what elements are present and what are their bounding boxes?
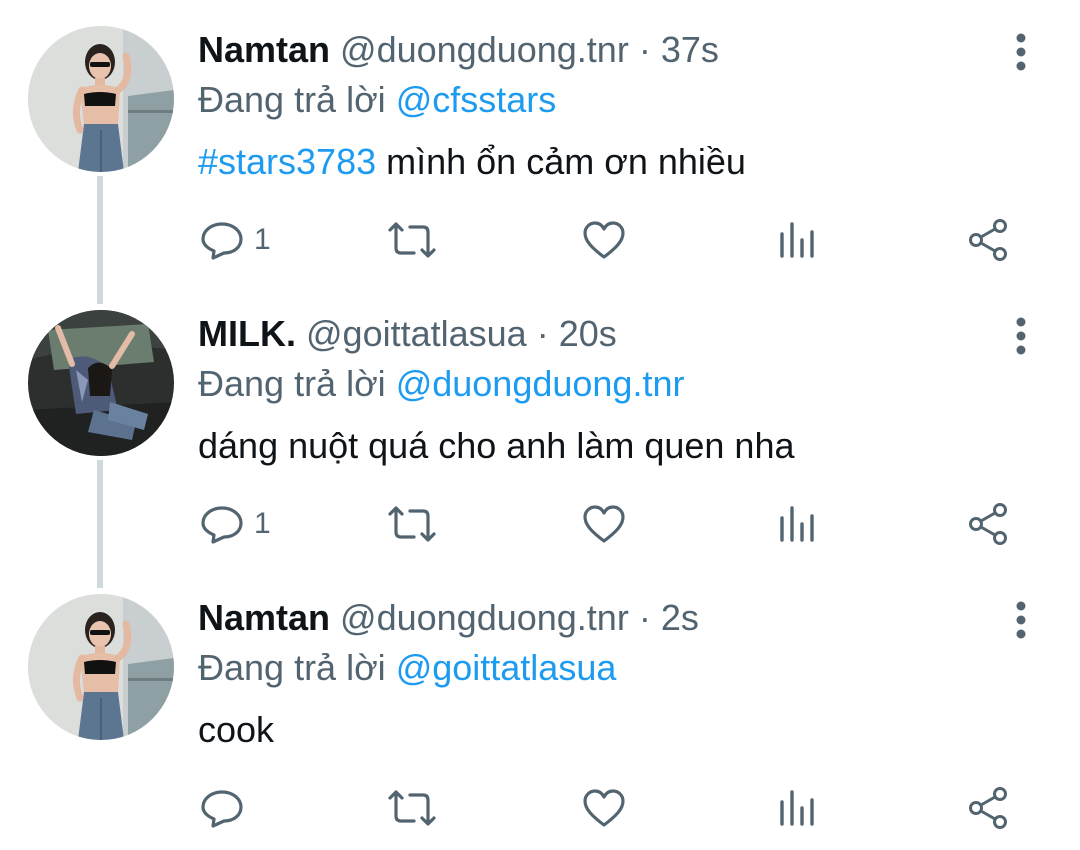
reply-mention-link[interactable]: @cfsstars xyxy=(396,79,557,120)
more-vertical-icon xyxy=(1016,317,1026,355)
like-icon xyxy=(583,221,625,259)
share-button[interactable] xyxy=(966,496,1010,552)
retweet-icon xyxy=(388,790,436,826)
like-button[interactable] xyxy=(582,212,626,268)
views-icon xyxy=(780,790,814,826)
tweet-actions: 1 xyxy=(0,212,1080,268)
tweet-header: MILK. @goittatlasua · 20s xyxy=(198,312,617,356)
retweet-button[interactable] xyxy=(386,496,438,552)
reply-count: 1 xyxy=(254,507,271,540)
display-name[interactable]: MILK. xyxy=(198,313,296,354)
replying-to: Đang trả lời @duongduong.tnr xyxy=(198,362,684,406)
share-icon xyxy=(969,219,1007,261)
tweet-header: Namtan @duongduong.tnr · 37s xyxy=(198,28,719,72)
more-vertical-icon xyxy=(1016,601,1026,639)
reply-prefix: Đang trả lời xyxy=(198,79,396,120)
tweet-text-content: dáng nuột quá cho anh làm quen nha xyxy=(198,425,795,466)
more-options-button[interactable] xyxy=(1004,314,1038,358)
user-handle[interactable]: @duongduong.tnr xyxy=(340,597,629,638)
display-name[interactable]: Namtan xyxy=(198,597,330,638)
tweet-text: cook xyxy=(198,706,274,754)
tweet-text-content: cook xyxy=(198,709,275,750)
avatar[interactable] xyxy=(28,594,174,740)
reply-icon xyxy=(201,506,243,544)
like-button[interactable] xyxy=(582,496,626,552)
tweet-text: #stars3783 mình ổn cảm ơn nhiều xyxy=(198,138,746,186)
share-button[interactable] xyxy=(966,780,1010,836)
reply-icon xyxy=(201,222,243,260)
reply-count: 1 xyxy=(254,223,271,256)
timestamp[interactable]: 2s xyxy=(661,597,699,638)
share-button[interactable] xyxy=(966,212,1010,268)
retweet-icon xyxy=(388,222,436,258)
like-button[interactable] xyxy=(582,780,626,836)
tweet-text: dáng nuột quá cho anh làm quen nha xyxy=(198,422,795,470)
reply-button[interactable]: 1 xyxy=(200,212,271,268)
tweet-actions: 1 xyxy=(0,496,1080,552)
reply-prefix: Đang trả lời xyxy=(198,647,396,688)
reply-mention-link[interactable]: @goittatlasua xyxy=(396,647,617,688)
more-options-button[interactable] xyxy=(1004,30,1038,74)
views-icon xyxy=(780,222,814,258)
views-button[interactable] xyxy=(778,496,816,552)
retweet-icon xyxy=(388,506,436,542)
tweet-actions xyxy=(0,780,1080,836)
replying-to: Đang trả lời @goittatlasua xyxy=(198,646,616,690)
views-button[interactable] xyxy=(778,780,816,836)
tweet-text-content: mình ổn cảm ơn nhiều xyxy=(376,141,746,182)
separator: · xyxy=(526,313,559,354)
replying-to: Đang trả lời @cfsstars xyxy=(198,78,556,122)
user-handle[interactable]: @goittatlasua xyxy=(306,313,527,354)
more-options-button[interactable] xyxy=(1004,598,1038,642)
tweet-header: Namtan @duongduong.tnr · 2s xyxy=(198,596,699,640)
separator: · xyxy=(628,29,661,70)
timestamp[interactable]: 37s xyxy=(661,29,719,70)
hashtag-link[interactable]: #stars3783 xyxy=(198,141,376,182)
retweet-button[interactable] xyxy=(386,212,438,268)
share-icon xyxy=(969,503,1007,545)
like-icon xyxy=(583,789,625,827)
more-vertical-icon xyxy=(1016,33,1026,71)
reply-mention-link[interactable]: @duongduong.tnr xyxy=(396,363,685,404)
reply-button[interactable] xyxy=(200,780,254,836)
reply-prefix: Đang trả lời xyxy=(198,363,396,404)
avatar[interactable] xyxy=(28,26,174,172)
timestamp[interactable]: 20s xyxy=(559,313,617,354)
separator: · xyxy=(628,597,661,638)
reply-icon xyxy=(201,790,243,828)
retweet-button[interactable] xyxy=(386,780,438,836)
user-handle[interactable]: @duongduong.tnr xyxy=(340,29,629,70)
tweet[interactable]: Namtan @duongduong.tnr · 37s Đang trả lờ… xyxy=(0,0,1080,284)
tweet[interactable]: Namtan @duongduong.tnr · 2s Đang trả lời… xyxy=(0,568,1080,850)
avatar[interactable] xyxy=(28,310,174,456)
tweet[interactable]: MILK. @goittatlasua · 20s Đang trả lời @… xyxy=(0,284,1080,568)
display-name[interactable]: Namtan xyxy=(198,29,330,70)
like-icon xyxy=(583,505,625,543)
share-icon xyxy=(969,787,1007,829)
views-icon xyxy=(780,506,814,542)
reply-button[interactable]: 1 xyxy=(200,496,271,552)
views-button[interactable] xyxy=(778,212,816,268)
